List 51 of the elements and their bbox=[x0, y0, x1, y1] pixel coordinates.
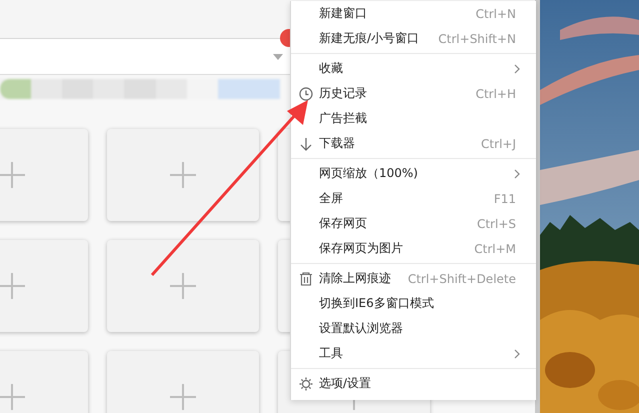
menu-label: 切换到IE6多窗口模式 bbox=[319, 295, 435, 312]
plus-icon bbox=[0, 273, 25, 299]
menu-label: 全屏 bbox=[319, 190, 344, 207]
plus-icon bbox=[0, 384, 25, 410]
menu-label: 广告拦截 bbox=[319, 110, 368, 127]
plus-icon bbox=[0, 162, 25, 188]
menu-label: 下载器 bbox=[319, 135, 356, 152]
menu-label: 保存网页为图片 bbox=[319, 240, 404, 257]
menu-label: 新建窗口 bbox=[319, 5, 368, 22]
trash-icon bbox=[299, 272, 313, 286]
menu-item[interactable]: 历史记录 Ctrl+H bbox=[291, 81, 536, 106]
shortcut-text: Ctrl+Shift+N bbox=[438, 32, 516, 46]
download-icon bbox=[299, 136, 313, 150]
menu-item[interactable]: 工具 bbox=[291, 341, 536, 366]
shortcut-text: Ctrl+H bbox=[476, 86, 516, 100]
menu-item[interactable]: 清除上网痕迹 Ctrl+Shift+Delete bbox=[291, 266, 536, 291]
clock-icon bbox=[299, 86, 313, 100]
gear-icon bbox=[299, 376, 313, 390]
menu-item[interactable]: 保存网页 Ctrl+S bbox=[291, 211, 536, 236]
shortcut-text: Ctrl+M bbox=[474, 242, 516, 256]
menu-item[interactable]: 切换到IE6多窗口模式 bbox=[291, 291, 536, 316]
plus-icon bbox=[170, 162, 196, 188]
shortcut-text: Ctrl+J bbox=[481, 136, 516, 150]
menu-label: 新建无痕/小号窗口 bbox=[319, 30, 420, 47]
caret-icon[interactable] bbox=[273, 54, 283, 60]
menu-label: 保存网页 bbox=[319, 215, 368, 232]
shortcut-text: F11 bbox=[494, 192, 516, 206]
menu-label: 清除上网痕迹 bbox=[319, 270, 392, 287]
shortcut-text: Ctrl+S bbox=[476, 216, 516, 230]
menu-label: 工具 bbox=[319, 345, 344, 362]
plus-icon bbox=[170, 273, 196, 299]
speed-dial-tile[interactable] bbox=[107, 129, 259, 221]
menu-item[interactable]: 广告拦截 bbox=[291, 106, 536, 131]
menu-label: 设置默认浏览器 bbox=[319, 320, 404, 337]
shortcut-text: Ctrl+Shift+Delete bbox=[408, 272, 516, 286]
menu-item[interactable]: 收藏 bbox=[291, 56, 536, 81]
menu-item[interactable]: 网页缩放（100%) bbox=[291, 161, 536, 186]
menu-label: 收藏 bbox=[319, 60, 344, 77]
menu-label: 选项/设置 bbox=[319, 375, 372, 392]
speed-dial-tile[interactable] bbox=[107, 240, 259, 332]
menu-label: 网页缩放（100%) bbox=[319, 165, 419, 182]
menu-item[interactable]: 新建无痕/小号窗口 Ctrl+Shift+N bbox=[291, 26, 536, 51]
menu-item[interactable]: 下载器 Ctrl+J bbox=[291, 131, 536, 156]
menu-item[interactable]: 全屏 F11 bbox=[291, 186, 536, 211]
menu-item[interactable]: 保存网页为图片 Ctrl+M bbox=[291, 236, 536, 261]
menu-item[interactable]: 新建窗口 Ctrl+N bbox=[291, 1, 536, 26]
plus-icon bbox=[170, 384, 196, 410]
shortcut-text: Ctrl+N bbox=[476, 6, 516, 20]
menu-item[interactable]: 选项/设置 bbox=[291, 371, 536, 396]
menu-item[interactable]: 设置默认浏览器 bbox=[291, 316, 536, 341]
menu-label: 历史记录 bbox=[319, 85, 368, 102]
